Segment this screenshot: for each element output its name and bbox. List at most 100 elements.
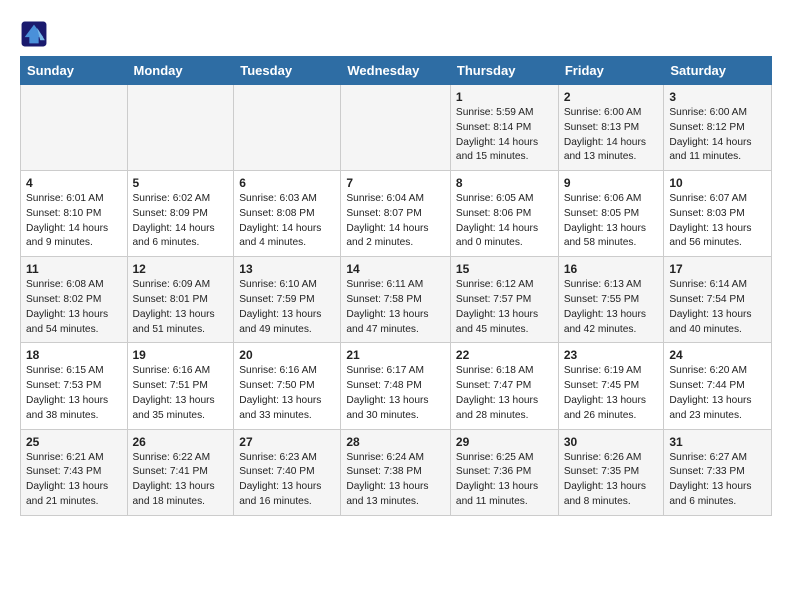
calendar-cell: 5 Sunrise: 6:02 AM Sunset: 8:09 PM Daylig… — [127, 171, 234, 257]
logo — [20, 20, 52, 48]
day-content: Sunrise: 6:24 AM Sunset: 7:38 PM Dayligh… — [346, 451, 445, 510]
calendar-cell: 9 Sunrise: 6:06 AM Sunset: 8:05 PM Daylig… — [558, 171, 664, 257]
day-number: 23 — [564, 348, 659, 362]
calendar-cell: 27 Sunrise: 6:23 AM Sunset: 7:40 PM Dayli… — [234, 429, 341, 515]
col-header-wednesday: Wednesday — [341, 57, 451, 85]
day-content: Sunrise: 6:12 AM Sunset: 7:57 PM Dayligh… — [456, 278, 553, 337]
calendar-cell — [127, 85, 234, 171]
day-content: Sunrise: 6:06 AM Sunset: 8:05 PM Dayligh… — [564, 192, 659, 251]
day-number: 18 — [26, 348, 122, 362]
day-number: 24 — [669, 348, 766, 362]
calendar-cell: 13Sunrise: 6:10 AM Sunset: 7:59 PM Dayli… — [234, 257, 341, 343]
day-content: Sunrise: 6:14 AM Sunset: 7:54 PM Dayligh… — [669, 278, 766, 337]
general-blue-logo-icon — [20, 20, 48, 48]
calendar-cell: 12 Sunrise: 6:09 AM Sunset: 8:01 PM Dayli… — [127, 257, 234, 343]
day-number: 2 — [564, 90, 659, 104]
calendar-cell — [21, 85, 128, 171]
day-number: 17 — [669, 262, 766, 276]
calendar-cell: 22 Sunrise: 6:18 AM Sunset: 7:47 PM Dayli… — [450, 343, 558, 429]
calendar-cell: 20 Sunrise: 6:16 AM Sunset: 7:50 PM Dayli… — [234, 343, 341, 429]
calendar-cell: 19Sunrise: 6:16 AM Sunset: 7:51 PM Dayli… — [127, 343, 234, 429]
day-number: 14 — [346, 262, 445, 276]
calendar-cell: 8 Sunrise: 6:05 AM Sunset: 8:06 PM Daylig… — [450, 171, 558, 257]
day-content: Sunrise: 6:08 AM Sunset: 8:02 PM Dayligh… — [26, 278, 122, 337]
day-number: 21 — [346, 348, 445, 362]
day-content: Sunrise: 6:19 AM Sunset: 7:45 PM Dayligh… — [564, 364, 659, 423]
calendar-cell — [234, 85, 341, 171]
day-number: 15 — [456, 262, 553, 276]
calendar-cell: 15 Sunrise: 6:12 AM Sunset: 7:57 PM Dayli… — [450, 257, 558, 343]
calendar-cell: 11 Sunrise: 6:08 AM Sunset: 8:02 PM Dayli… — [21, 257, 128, 343]
day-number: 29 — [456, 435, 553, 449]
day-content: Sunrise: 6:01 AM Sunset: 8:10 PM Dayligh… — [26, 192, 122, 251]
day-content: Sunrise: 6:21 AM Sunset: 7:43 PM Dayligh… — [26, 451, 122, 510]
calendar-cell: 7Sunrise: 6:04 AM Sunset: 8:07 PM Daylig… — [341, 171, 451, 257]
calendar-cell: 18Sunrise: 6:15 AM Sunset: 7:53 PM Dayli… — [21, 343, 128, 429]
day-number: 16 — [564, 262, 659, 276]
day-content: Sunrise: 6:18 AM Sunset: 7:47 PM Dayligh… — [456, 364, 553, 423]
day-content: Sunrise: 6:02 AM Sunset: 8:09 PM Dayligh… — [133, 192, 229, 251]
day-content: Sunrise: 6:17 AM Sunset: 7:48 PM Dayligh… — [346, 364, 445, 423]
calendar-cell: 30 Sunrise: 6:26 AM Sunset: 7:35 PM Dayli… — [558, 429, 664, 515]
calendar-cell: 14 Sunrise: 6:11 AM Sunset: 7:58 PM Dayli… — [341, 257, 451, 343]
calendar-cell: 28 Sunrise: 6:24 AM Sunset: 7:38 PM Dayli… — [341, 429, 451, 515]
day-number: 27 — [239, 435, 335, 449]
day-number: 9 — [564, 176, 659, 190]
calendar-cell: 26Sunrise: 6:22 AM Sunset: 7:41 PM Dayli… — [127, 429, 234, 515]
day-number: 30 — [564, 435, 659, 449]
col-header-monday: Monday — [127, 57, 234, 85]
col-header-saturday: Saturday — [664, 57, 772, 85]
day-content: Sunrise: 6:07 AM Sunset: 8:03 PM Dayligh… — [669, 192, 766, 251]
day-content: Sunrise: 6:26 AM Sunset: 7:35 PM Dayligh… — [564, 451, 659, 510]
week-row-4: 18Sunrise: 6:15 AM Sunset: 7:53 PM Dayli… — [21, 343, 772, 429]
day-content: Sunrise: 5:59 AM Sunset: 8:14 PM Dayligh… — [456, 106, 553, 165]
day-content: Sunrise: 6:22 AM Sunset: 7:41 PM Dayligh… — [133, 451, 229, 510]
day-number: 12 — [133, 262, 229, 276]
day-number: 10 — [669, 176, 766, 190]
day-number: 6 — [239, 176, 335, 190]
day-number: 31 — [669, 435, 766, 449]
calendar-cell: 21 Sunrise: 6:17 AM Sunset: 7:48 PM Dayli… — [341, 343, 451, 429]
day-content: Sunrise: 6:11 AM Sunset: 7:58 PM Dayligh… — [346, 278, 445, 337]
header — [20, 16, 772, 48]
calendar-table: SundayMondayTuesdayWednesdayThursdayFrid… — [20, 56, 772, 516]
day-content: Sunrise: 6:05 AM Sunset: 8:06 PM Dayligh… — [456, 192, 553, 251]
calendar-cell: 4 Sunrise: 6:01 AM Sunset: 8:10 PM Daylig… — [21, 171, 128, 257]
calendar-cell: 17 Sunrise: 6:14 AM Sunset: 7:54 PM Dayli… — [664, 257, 772, 343]
day-number: 25 — [26, 435, 122, 449]
calendar-cell: 3Sunrise: 6:00 AM Sunset: 8:12 PM Daylig… — [664, 85, 772, 171]
col-header-tuesday: Tuesday — [234, 57, 341, 85]
calendar-cell: 25 Sunrise: 6:21 AM Sunset: 7:43 PM Dayli… — [21, 429, 128, 515]
day-content: Sunrise: 6:03 AM Sunset: 8:08 PM Dayligh… — [239, 192, 335, 251]
calendar-cell: 23 Sunrise: 6:19 AM Sunset: 7:45 PM Dayli… — [558, 343, 664, 429]
day-number: 5 — [133, 176, 229, 190]
calendar-cell: 10 Sunrise: 6:07 AM Sunset: 8:03 PM Dayli… — [664, 171, 772, 257]
day-number: 20 — [239, 348, 335, 362]
col-header-friday: Friday — [558, 57, 664, 85]
day-content: Sunrise: 6:13 AM Sunset: 7:55 PM Dayligh… — [564, 278, 659, 337]
calendar-cell: 1 Sunrise: 5:59 AM Sunset: 8:14 PM Daylig… — [450, 85, 558, 171]
day-number: 11 — [26, 262, 122, 276]
day-number: 3 — [669, 90, 766, 104]
day-content: Sunrise: 6:09 AM Sunset: 8:01 PM Dayligh… — [133, 278, 229, 337]
day-number: 1 — [456, 90, 553, 104]
week-row-5: 25 Sunrise: 6:21 AM Sunset: 7:43 PM Dayli… — [21, 429, 772, 515]
calendar-cell: 31Sunrise: 6:27 AM Sunset: 7:33 PM Dayli… — [664, 429, 772, 515]
day-content: Sunrise: 6:16 AM Sunset: 7:50 PM Dayligh… — [239, 364, 335, 423]
calendar-cell — [341, 85, 451, 171]
day-number: 13 — [239, 262, 335, 276]
day-number: 7 — [346, 176, 445, 190]
day-number: 4 — [26, 176, 122, 190]
calendar-header-row: SundayMondayTuesdayWednesdayThursdayFrid… — [21, 57, 772, 85]
day-content: Sunrise: 6:23 AM Sunset: 7:40 PM Dayligh… — [239, 451, 335, 510]
week-row-3: 11 Sunrise: 6:08 AM Sunset: 8:02 PM Dayli… — [21, 257, 772, 343]
day-number: 19 — [133, 348, 229, 362]
day-number: 8 — [456, 176, 553, 190]
day-number: 28 — [346, 435, 445, 449]
day-number: 22 — [456, 348, 553, 362]
calendar-cell: 29Sunrise: 6:25 AM Sunset: 7:36 PM Dayli… — [450, 429, 558, 515]
week-row-2: 4 Sunrise: 6:01 AM Sunset: 8:10 PM Daylig… — [21, 171, 772, 257]
calendar-cell: 24 Sunrise: 6:20 AM Sunset: 7:44 PM Dayli… — [664, 343, 772, 429]
col-header-sunday: Sunday — [21, 57, 128, 85]
day-content: Sunrise: 6:20 AM Sunset: 7:44 PM Dayligh… — [669, 364, 766, 423]
